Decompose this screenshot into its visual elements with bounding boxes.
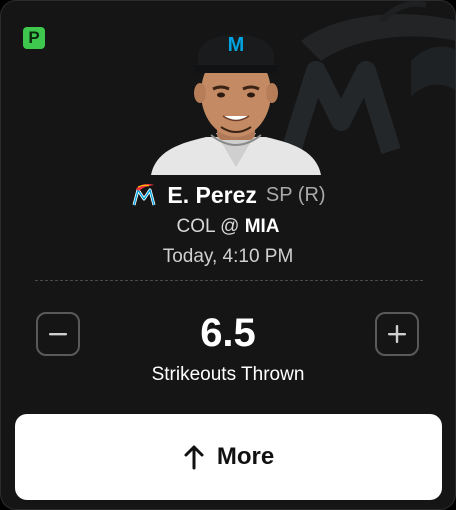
increase-line-button[interactable] <box>375 312 419 356</box>
home-team: MIA <box>244 216 280 237</box>
game-time: Today, 4:10 PM <box>162 246 294 267</box>
prop-stat-label: Strikeouts Thrown <box>151 364 305 385</box>
matchup-separator: @ <box>220 216 240 237</box>
pitcher-badge: P <box>23 27 45 49</box>
marlins-logo-icon <box>132 184 156 206</box>
plus-icon <box>388 325 406 343</box>
more-button[interactable]: More <box>15 414 442 500</box>
player-name: E. Perez <box>167 181 257 208</box>
arrow-up-icon <box>184 445 204 470</box>
player-position: SP (R) <box>265 183 326 206</box>
dashed-divider <box>35 280 423 281</box>
game-matchup: COL @ MIA <box>1 216 455 238</box>
away-team: COL <box>176 216 215 237</box>
player-headshot: M <box>151 34 321 175</box>
svg-text:M: M <box>228 34 245 56</box>
player-prop-card: P M E. Perez SP (R) COL @ MIA Today, 4:1… <box>0 0 456 510</box>
player-name-row: E. Perez SP (R) <box>1 179 455 211</box>
more-button-label: More <box>216 443 275 470</box>
